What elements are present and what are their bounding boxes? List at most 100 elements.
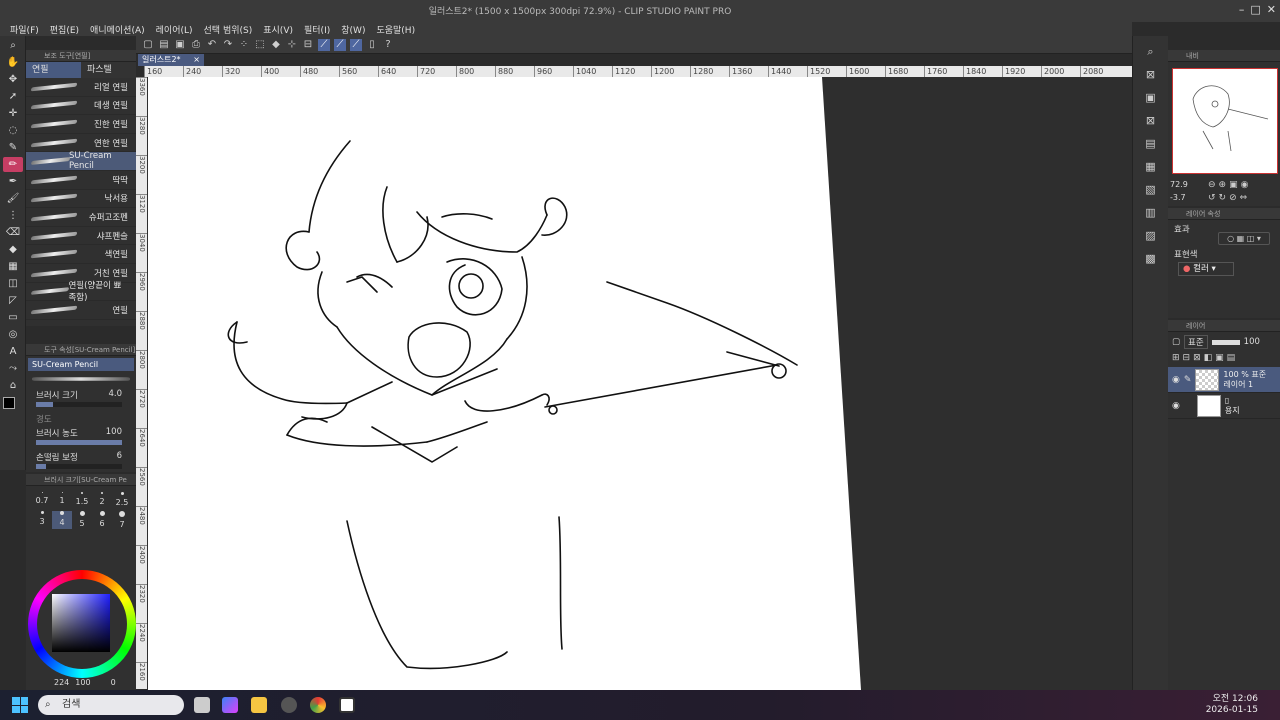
- pencil-tool-icon[interactable]: ✏: [3, 157, 23, 172]
- navigator-icon[interactable]: ⌕: [1144, 45, 1158, 59]
- brush-item[interactable]: 슈퍼고조펜: [26, 208, 136, 227]
- minimize-icon[interactable]: –: [1239, 3, 1245, 16]
- ruler-tool-icon[interactable]: ▭: [3, 310, 23, 325]
- snap-special-ruler-icon[interactable]: ⟋: [318, 38, 330, 51]
- saturation-value-square[interactable]: [52, 594, 110, 652]
- tab-pastel[interactable]: 파스텔: [81, 62, 136, 78]
- snap-ruler-icon[interactable]: ⊟: [302, 39, 314, 51]
- menu-selection[interactable]: 선택 범위(S): [204, 23, 253, 36]
- brush-item[interactable]: 데생 연필: [26, 97, 136, 116]
- menu-layer[interactable]: 레이어(L): [156, 23, 193, 36]
- brush-item[interactable]: 진한 연필: [26, 115, 136, 134]
- size-preset[interactable]: 2: [92, 492, 112, 507]
- task-view-icon[interactable]: [194, 697, 210, 713]
- history-icon[interactable]: ▤: [1144, 137, 1158, 151]
- figure-tool-icon[interactable]: ◫: [3, 276, 23, 291]
- layer-move-icon[interactable]: ✛: [3, 106, 23, 121]
- brush-item[interactable]: 연필(양끝이 뾰족함): [26, 281, 136, 303]
- navigator-preview[interactable]: [1172, 68, 1278, 174]
- menu-file[interactable]: 파일(F): [10, 23, 39, 36]
- snap-grid-icon[interactable]: ⟋: [334, 38, 346, 51]
- zoom-buttons[interactable]: ⊖⊕▣◉: [1208, 180, 1251, 190]
- size-preset[interactable]: 3: [32, 511, 52, 529]
- transform-icon[interactable]: ⊹: [286, 39, 298, 51]
- navigator-zoom[interactable]: 72.9: [1170, 180, 1188, 189]
- open-file-icon[interactable]: ▤: [158, 39, 170, 51]
- sub-view-icon[interactable]: ⊠: [1144, 68, 1158, 82]
- brush-item-selected[interactable]: SU-Cream Pencil: [26, 151, 136, 171]
- size-preset[interactable]: 1.5: [72, 492, 92, 507]
- brush-item[interactable]: 리얼 연필: [26, 78, 136, 97]
- windows-start-icon[interactable]: [12, 697, 28, 713]
- balloon-tool-icon[interactable]: ◎: [3, 327, 23, 342]
- device-icon[interactable]: ▯: [366, 39, 378, 51]
- brush-size-value[interactable]: 4.0: [108, 389, 122, 401]
- snap-perspective-icon[interactable]: ⟋: [350, 38, 362, 51]
- brush-item[interactable]: 연필: [26, 301, 136, 320]
- brush-size-slider[interactable]: [36, 402, 122, 407]
- brush-item[interactable]: 딱딱: [26, 171, 136, 190]
- brush-item[interactable]: 낙서용: [26, 190, 136, 209]
- deselect-icon[interactable]: ⁘: [238, 39, 250, 51]
- effect-buttons[interactable]: ○ ▦ ◫ ▾: [1218, 232, 1270, 245]
- taskbar-search[interactable]: ⌕ 검색: [38, 695, 184, 715]
- menu-animation[interactable]: 애니메이션(A): [90, 23, 145, 36]
- new-file-icon[interactable]: ▢: [142, 39, 154, 51]
- menu-filter[interactable]: 필터(I): [304, 23, 330, 36]
- document-tab[interactable]: 일러스트2* ×: [138, 54, 204, 66]
- menu-window[interactable]: 창(W): [341, 23, 365, 36]
- rotate-buttons[interactable]: ↺↻⊘⇔: [1208, 193, 1250, 203]
- stabilization-value[interactable]: 6: [117, 451, 122, 463]
- print-icon[interactable]: ⎙: [190, 39, 202, 51]
- save-icon[interactable]: ▣: [174, 39, 186, 51]
- frame-tool-icon[interactable]: ◸: [3, 293, 23, 308]
- opacity-slider[interactable]: [1211, 339, 1240, 345]
- copilot-icon[interactable]: [222, 697, 238, 713]
- gradient-tool-icon[interactable]: ▦: [3, 259, 23, 274]
- correct-tool-icon[interactable]: ⌂: [3, 378, 23, 393]
- help-icon[interactable]: ?: [382, 39, 394, 51]
- chrome-icon[interactable]: [310, 697, 326, 713]
- file-explorer-icon[interactable]: [251, 697, 267, 713]
- canvas-area[interactable]: [147, 77, 1132, 690]
- info-icon[interactable]: ▥: [1144, 206, 1158, 220]
- layer-row[interactable]: ◉ ▯ 용지: [1168, 393, 1280, 419]
- fill-tool-icon[interactable]: ◆: [3, 242, 23, 257]
- brush-item[interactable]: 샤프펜슬: [26, 227, 136, 246]
- clip-studio-paint-icon[interactable]: [339, 697, 355, 713]
- canvas-drawing[interactable]: [147, 77, 1132, 690]
- size-preset[interactable]: 5: [72, 511, 92, 529]
- size-preset[interactable]: 0.7: [32, 492, 52, 507]
- clip-studio-icon[interactable]: [281, 697, 297, 713]
- airbrush-tool-icon[interactable]: ⋮: [3, 208, 23, 223]
- expression-color-select[interactable]: ● 컬러 ▾: [1178, 262, 1234, 276]
- select-all-icon[interactable]: ⬚: [254, 39, 266, 51]
- text-tool-icon[interactable]: A: [3, 344, 23, 359]
- layer-mode-icon[interactable]: ▢: [1172, 337, 1180, 347]
- opacity-value[interactable]: 100: [1244, 337, 1260, 347]
- density-slider[interactable]: [36, 440, 122, 445]
- system-clock[interactable]: 오전 12:06 2026-01-15: [1206, 694, 1258, 716]
- move-tool-icon[interactable]: ✥: [3, 72, 23, 87]
- size-preset[interactable]: 6: [92, 511, 112, 529]
- eraser-tool-icon[interactable]: ⌫: [3, 225, 23, 240]
- density-value[interactable]: 100: [106, 427, 122, 439]
- tool-icon[interactable]: ⊠: [1144, 114, 1158, 128]
- close-tab-icon[interactable]: ×: [193, 54, 200, 66]
- eye-icon[interactable]: ◉: [1172, 401, 1180, 411]
- undo-icon[interactable]: ↶: [206, 39, 218, 51]
- fill-icon[interactable]: ◆: [270, 39, 282, 51]
- redo-icon[interactable]: ↷: [222, 39, 234, 51]
- brush-tool-icon[interactable]: 🖌: [3, 191, 23, 206]
- line-fix-tool-icon[interactable]: ⤳: [3, 361, 23, 376]
- hand-tool-icon[interactable]: ✋: [3, 55, 23, 70]
- tab-pencil[interactable]: 연필: [26, 62, 81, 78]
- material-icon[interactable]: ▣: [1144, 91, 1158, 105]
- main-sub-color[interactable]: [3, 397, 23, 417]
- size-preset[interactable]: 2.5: [112, 492, 132, 507]
- close-icon[interactable]: ✕: [1267, 3, 1276, 16]
- brush-item[interactable]: 연한 연필: [26, 134, 136, 153]
- item-bank-icon[interactable]: ▧: [1144, 183, 1158, 197]
- main-color-swatch[interactable]: [3, 397, 15, 409]
- zoom-tool-icon[interactable]: ⌕: [3, 38, 23, 53]
